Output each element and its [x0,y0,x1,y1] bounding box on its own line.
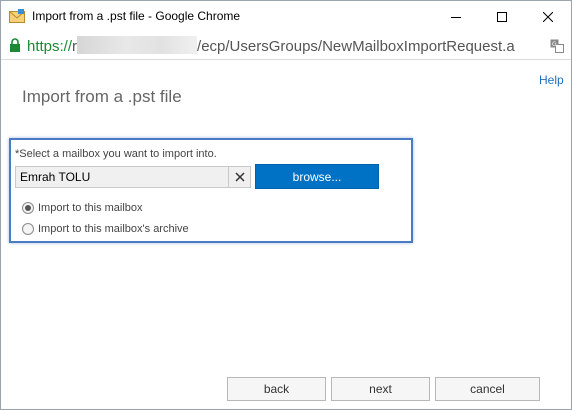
radio-label: Import to this mailbox [38,202,143,214]
cancel-button[interactable]: cancel [435,377,540,401]
address-bar[interactable]: https://r/ecp/UsersGroups/NewMailboxImpo… [1,32,571,60]
translate-icon[interactable]: G [550,39,564,53]
select-mailbox-label: *Select a mailbox you want to import int… [15,148,217,160]
envelope-icon [9,9,25,23]
page-title: Import from a .pst file [22,87,182,106]
redacted-host [77,36,198,54]
radio-button-checked[interactable] [22,202,34,214]
close-icon [543,11,553,22]
radio-button-unchecked[interactable] [22,223,34,235]
maximize-button[interactable] [479,1,525,32]
radio-import-archive[interactable]: Import to this mailbox's archive [22,223,189,235]
mailbox-field[interactable]: Emrah TOLU [15,166,229,188]
clear-mailbox-button[interactable] [229,166,251,188]
url-scheme: https:// [27,38,73,55]
radio-label: Import to this mailbox's archive [38,223,189,235]
url-text[interactable]: https://r/ecp/UsersGroups/NewMailboxImpo… [27,36,515,55]
close-icon [234,172,245,182]
radio-import-mailbox[interactable]: Import to this mailbox [22,202,143,214]
browse-button[interactable]: browse... [255,164,379,189]
minimize-icon [451,16,461,18]
next-button[interactable]: next [331,377,430,401]
maximize-icon [497,11,507,22]
close-button[interactable] [525,1,571,32]
help-link[interactable]: Help [539,73,564,87]
window-title: Import from a .pst file - Google Chrome [32,9,241,23]
title-bar: Import from a .pst file - Google Chrome [1,1,571,32]
browser-window: Import from a .pst file - Google Chrome … [0,0,572,410]
svg-text:G: G [552,41,557,48]
lock-icon[interactable] [9,38,21,53]
minimize-button[interactable] [433,1,479,32]
url-path: /ecp/UsersGroups/NewMailboxImportRequest… [197,38,515,55]
back-button[interactable]: back [227,377,326,401]
